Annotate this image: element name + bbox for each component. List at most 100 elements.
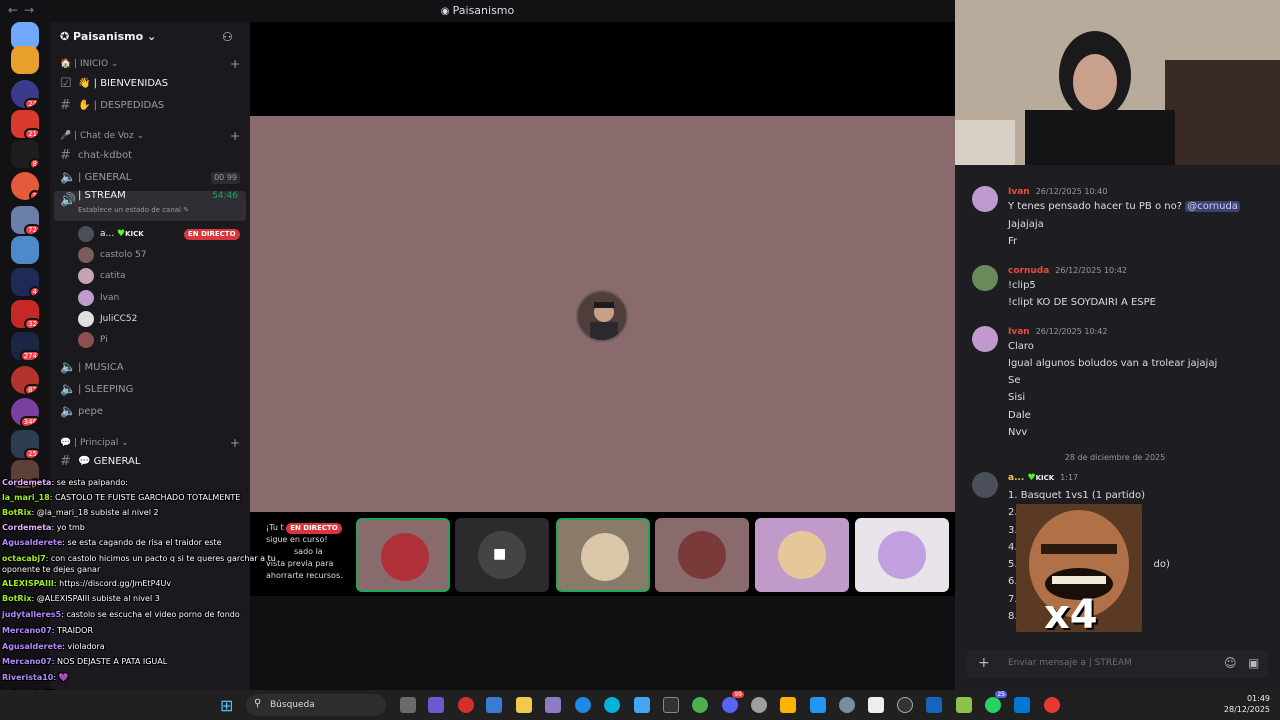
server-name-header[interactable]: ✪ Paisanismo ⌄: [60, 30, 156, 43]
overlay-chat-line: Agusalderete: se esta cagando de risa el…: [2, 538, 222, 547]
server-icon-14[interactable]: 25: [11, 430, 39, 458]
emoji-icon[interactable]: ☺: [1224, 656, 1237, 670]
plus-icon[interactable]: +: [978, 655, 990, 671]
voice-user[interactable]: JuliCC52: [78, 309, 137, 329]
meme-caption: x4: [1044, 592, 1098, 632]
participant-tile[interactable]: [655, 518, 749, 592]
participant-tile[interactable]: ■: [455, 518, 549, 592]
server-icon-2[interactable]: [11, 46, 39, 74]
message-input[interactable]: Enviar mensaje a | STREAM: [1008, 658, 1132, 668]
avatar[interactable]: [972, 186, 998, 212]
message-text: Fr: [1008, 236, 1018, 247]
voice-channel-musica[interactable]: 🔈 | MUSICA: [54, 358, 246, 378]
terminal-icon[interactable]: [663, 697, 679, 713]
message-composer[interactable]: + Enviar mensaje a | STREAM ☺ ▣: [966, 650, 1268, 678]
app-icon[interactable]: [926, 697, 942, 713]
title-bar: ← → ◉ Paisanismo: [0, 0, 955, 22]
channel-general[interactable]: # 💬 GENERAL: [54, 452, 246, 472]
app-icon[interactable]: [810, 697, 826, 713]
server-icon-12[interactable]: 82: [11, 366, 39, 394]
message-author[interactable]: a... ♥KICK 1:17: [1008, 473, 1078, 483]
settings-gear-icon[interactable]: [751, 697, 767, 713]
taskbar-search[interactable]: ⚲ Búsqueda: [246, 694, 386, 716]
avatar[interactable]: [972, 472, 998, 498]
participant-tile[interactable]: [356, 518, 450, 592]
server-icon-11[interactable]: 274: [11, 332, 39, 360]
pen-icon[interactable]: [545, 697, 561, 713]
channel-bienvenidas[interactable]: ☑ 👋 | BIENVENIDAS: [54, 74, 246, 94]
category-inicio[interactable]: 🏠 | INICIO ⌄: [60, 59, 118, 69]
opera-icon[interactable]: [458, 697, 474, 713]
app-icon[interactable]: [956, 697, 972, 713]
server-icon-7[interactable]: 72: [11, 206, 39, 234]
overlay-chat-line: Agusalderete: violadora: [2, 642, 105, 651]
overlay-chat-user: Mercano07: [2, 657, 52, 666]
category-principal[interactable]: 💬 | Principal ⌄: [60, 438, 129, 448]
streamer-avatar[interactable]: [576, 290, 628, 342]
channel-despedidas[interactable]: # ✋ | DESPEDIDAS: [54, 96, 246, 116]
message-author[interactable]: cornuda 26/12/2025 10:42: [1008, 266, 1127, 276]
voice-user[interactable]: catita: [78, 266, 126, 286]
overlay-chat-line: Riverista10: 💜: [2, 673, 69, 682]
kick-icon: ♥: [1027, 473, 1036, 483]
participant-tiles: ¡Tu t EN DIRECTO sigue en curso! sado la…: [250, 512, 955, 596]
gear-icon[interactable]: [839, 697, 855, 713]
explorer-icon[interactable]: [516, 697, 532, 713]
voice-channel-pepe[interactable]: 🔈 pepe: [54, 402, 246, 422]
app-icon[interactable]: [868, 697, 884, 713]
message-author[interactable]: Ivan 26/12/2025 10:42: [1008, 327, 1107, 337]
speech-icon: 💬: [78, 456, 94, 467]
participant-tile[interactable]: [855, 518, 949, 592]
speaker-icon: 🔈: [60, 170, 77, 185]
server-icon-9[interactable]: 4: [11, 268, 39, 296]
message-author[interactable]: Ivan 26/12/2025 10:40: [1008, 187, 1107, 197]
windows-start-icon[interactable]: ⊞: [220, 696, 233, 715]
gif-icon[interactable]: ▣: [1248, 656, 1259, 670]
channel-chat-kdbot[interactable]: # chat-kdbot: [54, 146, 246, 166]
category-chat-de-voz[interactable]: 🎤 | Chat de Voz ⌄: [60, 131, 144, 141]
chrome-icon[interactable]: [692, 697, 708, 713]
voice-user[interactable]: Pi: [78, 330, 108, 350]
server-icon-4[interactable]: 21: [11, 110, 39, 138]
discord-icon[interactable]: 99: [722, 691, 744, 713]
clock[interactable]: 01:49 28/12/2025: [1210, 693, 1270, 715]
message-text: Nvv: [1008, 427, 1028, 438]
server-icon-5[interactable]: 8: [11, 140, 39, 168]
voice-channel-sleeping[interactable]: 🔈 | SLEEPING: [54, 380, 246, 400]
participant-tile[interactable]: [556, 518, 650, 592]
add-channel-icon[interactable]: +: [230, 57, 240, 71]
app-icon[interactable]: [1044, 697, 1060, 713]
obs-icon[interactable]: [897, 697, 913, 713]
server-icon-3[interactable]: 24: [11, 80, 39, 108]
server-icon-6[interactable]: 9: [11, 172, 39, 200]
vscode-icon[interactable]: [780, 697, 796, 713]
server-icon-8[interactable]: [11, 236, 39, 264]
app-icon[interactable]: [1014, 697, 1030, 713]
store-icon[interactable]: [486, 697, 502, 713]
voice-user[interactable]: a... ♥KICK: [78, 224, 144, 244]
message-text: 1. Basquet 1vs1 (1 partido): [1008, 490, 1145, 501]
server-icon-13[interactable]: 346: [11, 398, 39, 426]
whatsapp-icon[interactable]: 25: [985, 691, 1007, 713]
server-icon-10[interactable]: 32: [11, 300, 39, 328]
voice-user[interactable]: Ivan: [78, 288, 119, 308]
participant-tile[interactable]: [755, 518, 849, 592]
copilot-icon[interactable]: [428, 697, 444, 713]
overlay-chat-line: BotRix: @ALEXISPAIII subiste al nivel 3: [2, 594, 160, 603]
voice-channel-stream[interactable]: 🔊 | STREAM 54:46 Establece un estado de c…: [54, 190, 246, 221]
browser-icon[interactable]: [604, 697, 620, 713]
avatar[interactable]: [972, 326, 998, 352]
voice-user[interactable]: castolo 57: [78, 245, 147, 265]
task-view-icon[interactable]: [400, 697, 416, 713]
avatar[interactable]: [972, 265, 998, 291]
overlay-chat-text: : se esta palpando:: [51, 478, 128, 487]
notepad-icon[interactable]: [634, 697, 650, 713]
voice-channel-general[interactable]: 🔈 | GENERAL 00 99: [54, 168, 246, 188]
invite-people-icon[interactable]: ⚇: [222, 30, 233, 44]
add-channel-icon[interactable]: +: [230, 436, 240, 450]
category-emoji-icon: 💬: [60, 438, 75, 448]
edge-icon[interactable]: [575, 697, 591, 713]
message-text: Dale: [1008, 410, 1031, 421]
add-channel-icon[interactable]: +: [230, 129, 240, 143]
mention[interactable]: @cornuda: [1185, 201, 1240, 212]
